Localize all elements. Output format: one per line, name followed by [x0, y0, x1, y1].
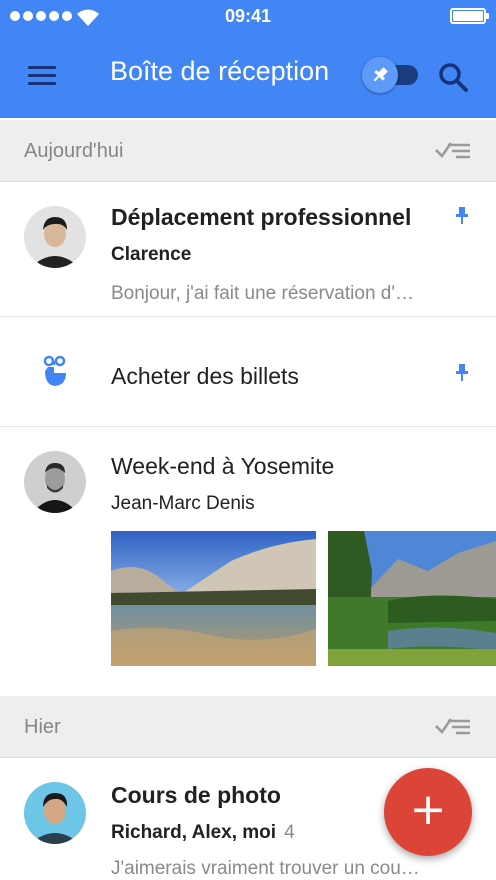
search-icon[interactable]: [436, 60, 470, 94]
list-item[interactable]: Déplacement professionnel Clarence Bonjo…: [0, 182, 496, 317]
item-subject: Cours de photo: [111, 782, 281, 808]
compose-button[interactable]: +: [384, 768, 472, 856]
item-preview: Bonjour, j'ai fait une réservation d'…: [111, 283, 414, 304]
sweep-icon[interactable]: [434, 714, 472, 738]
section-header-today: Aujourd'hui: [0, 120, 496, 182]
section-label: Hier: [24, 716, 61, 738]
status-time: 09:41: [224, 6, 272, 26]
avatar: [24, 782, 86, 844]
reminder-icon: [43, 355, 66, 386]
pin-icon: [373, 67, 388, 82]
item-sender: Richard, Alex, moi 4: [111, 822, 295, 844]
item-subject: Week-end à Yosemite: [111, 453, 335, 479]
menu-icon: [28, 66, 56, 69]
pin-icon: [456, 207, 468, 224]
plus-icon: +: [409, 784, 447, 835]
app-bar: 09:41 Boîte de réception: [0, 0, 496, 118]
section-label: Aujourd'hui: [24, 140, 124, 162]
toggle-thumb: [362, 57, 398, 93]
sweep-icon[interactable]: [434, 138, 472, 162]
item-sender-names: Richard, Alex, moi: [111, 822, 277, 843]
item-sender: Jean-Marc Denis: [111, 493, 255, 514]
item-subject: Déplacement professionnel: [111, 204, 412, 230]
thread-count: 4: [284, 822, 295, 843]
list-item[interactable]: Week-end à Yosemite Jean-Marc Denis: [0, 427, 496, 695]
yosemite-lake-photo[interactable]: [111, 531, 316, 666]
page-title: Boîte de réception: [110, 56, 330, 86]
item-subject: Acheter des billets: [111, 363, 299, 389]
section-header-yesterday: Hier: [0, 696, 496, 758]
yosemite-valley-photo[interactable]: [328, 531, 496, 666]
item-preview: J'aimerais vraiment trouver un cou…: [111, 858, 420, 879]
avatar: [24, 206, 86, 268]
status-bar: 09:41: [0, 0, 496, 34]
avatar: [24, 451, 86, 513]
list-item[interactable]: Acheter des billets: [0, 317, 496, 427]
pin-icon: [456, 364, 468, 381]
battery-icon: [450, 8, 489, 24]
pinned-only-toggle[interactable]: [360, 56, 422, 94]
menu-button[interactable]: [26, 62, 58, 88]
item-sender: Clarence: [111, 244, 192, 265]
